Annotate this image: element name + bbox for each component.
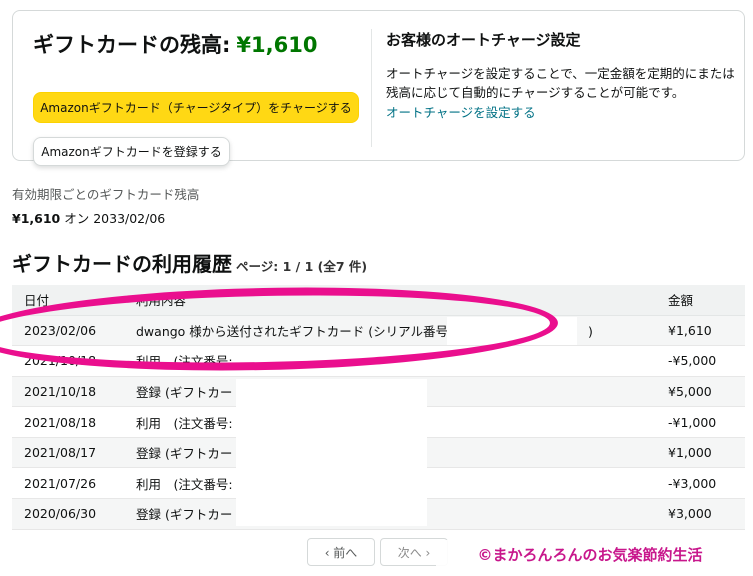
charge-giftcard-button[interactable]: Amazonギフトカード（チャージタイプ）をチャージする (33, 92, 359, 123)
balance-heading: ギフトカードの残高: ¥1,610 (33, 29, 363, 59)
row-date: 2021/08/17 (12, 437, 124, 469)
watermark: ©まかろんろんのお気楽節約生活 (436, 540, 744, 568)
register-giftcard-button[interactable]: Amazonギフトカードを登録する (33, 137, 230, 166)
row-amount: -¥5,000 (656, 345, 745, 377)
row-description-close: ) (588, 323, 593, 339)
row-amount: -¥3,000 (656, 467, 745, 500)
balance-title: ギフトカードの残高: (33, 33, 231, 57)
row-amount: ¥1,610 (656, 315, 745, 347)
expiry-label: 有効期限ごとのギフトカード残高 (12, 187, 200, 202)
panel-divider (371, 29, 372, 147)
auto-charge-section: お客様のオートチャージ設定 オートチャージを設定することで、一定金額を定期的にま… (386, 29, 736, 121)
prev-page-button[interactable]: ‹ 前へ (307, 538, 375, 566)
history-heading: ギフトカードの利用履歴 ページ: 1 / 1 (全7 件) (12, 248, 367, 277)
history-title: ギフトカードの利用履歴 (12, 252, 232, 276)
row-amount: -¥1,000 (656, 406, 745, 438)
column-header-amount: 金額 (656, 285, 745, 316)
row-amount: ¥1,000 (656, 437, 745, 469)
expiry-amount: ¥1,610 (12, 211, 61, 226)
page-info: ページ: 1 / 1 (全7 件) (236, 259, 368, 274)
expiry-date: オン 2033/02/06 (64, 211, 166, 226)
row-date: 2020/06/30 (12, 498, 124, 530)
row-amount: ¥5,000 (656, 376, 745, 408)
row-date: 2021/08/18 (12, 406, 124, 438)
auto-charge-title: お客様のオートチャージ設定 (386, 31, 581, 49)
redaction-block (236, 379, 427, 526)
row-amount: ¥3,000 (656, 498, 745, 530)
expiry-balance-row: ¥1,610 オン 2033/02/06 (12, 208, 165, 227)
balance-amount: ¥1,610 (236, 33, 318, 57)
auto-charge-description: オートチャージを設定することで、一定金額を定期的にまたは残高に応じて自動的にチャ… (386, 66, 735, 100)
row-date: 2021/10/18 (12, 376, 124, 408)
balance-section: ギフトカードの残高: ¥1,610 Amazonギフトカード（チャージタイプ）をチ… (33, 29, 363, 166)
row-date: 2021/07/26 (12, 467, 124, 500)
auto-charge-link[interactable]: オートチャージを設定する (386, 102, 736, 121)
balance-panel: ギフトカードの残高: ¥1,610 Amazonギフトカード（チャージタイプ）をチ… (12, 10, 745, 166)
